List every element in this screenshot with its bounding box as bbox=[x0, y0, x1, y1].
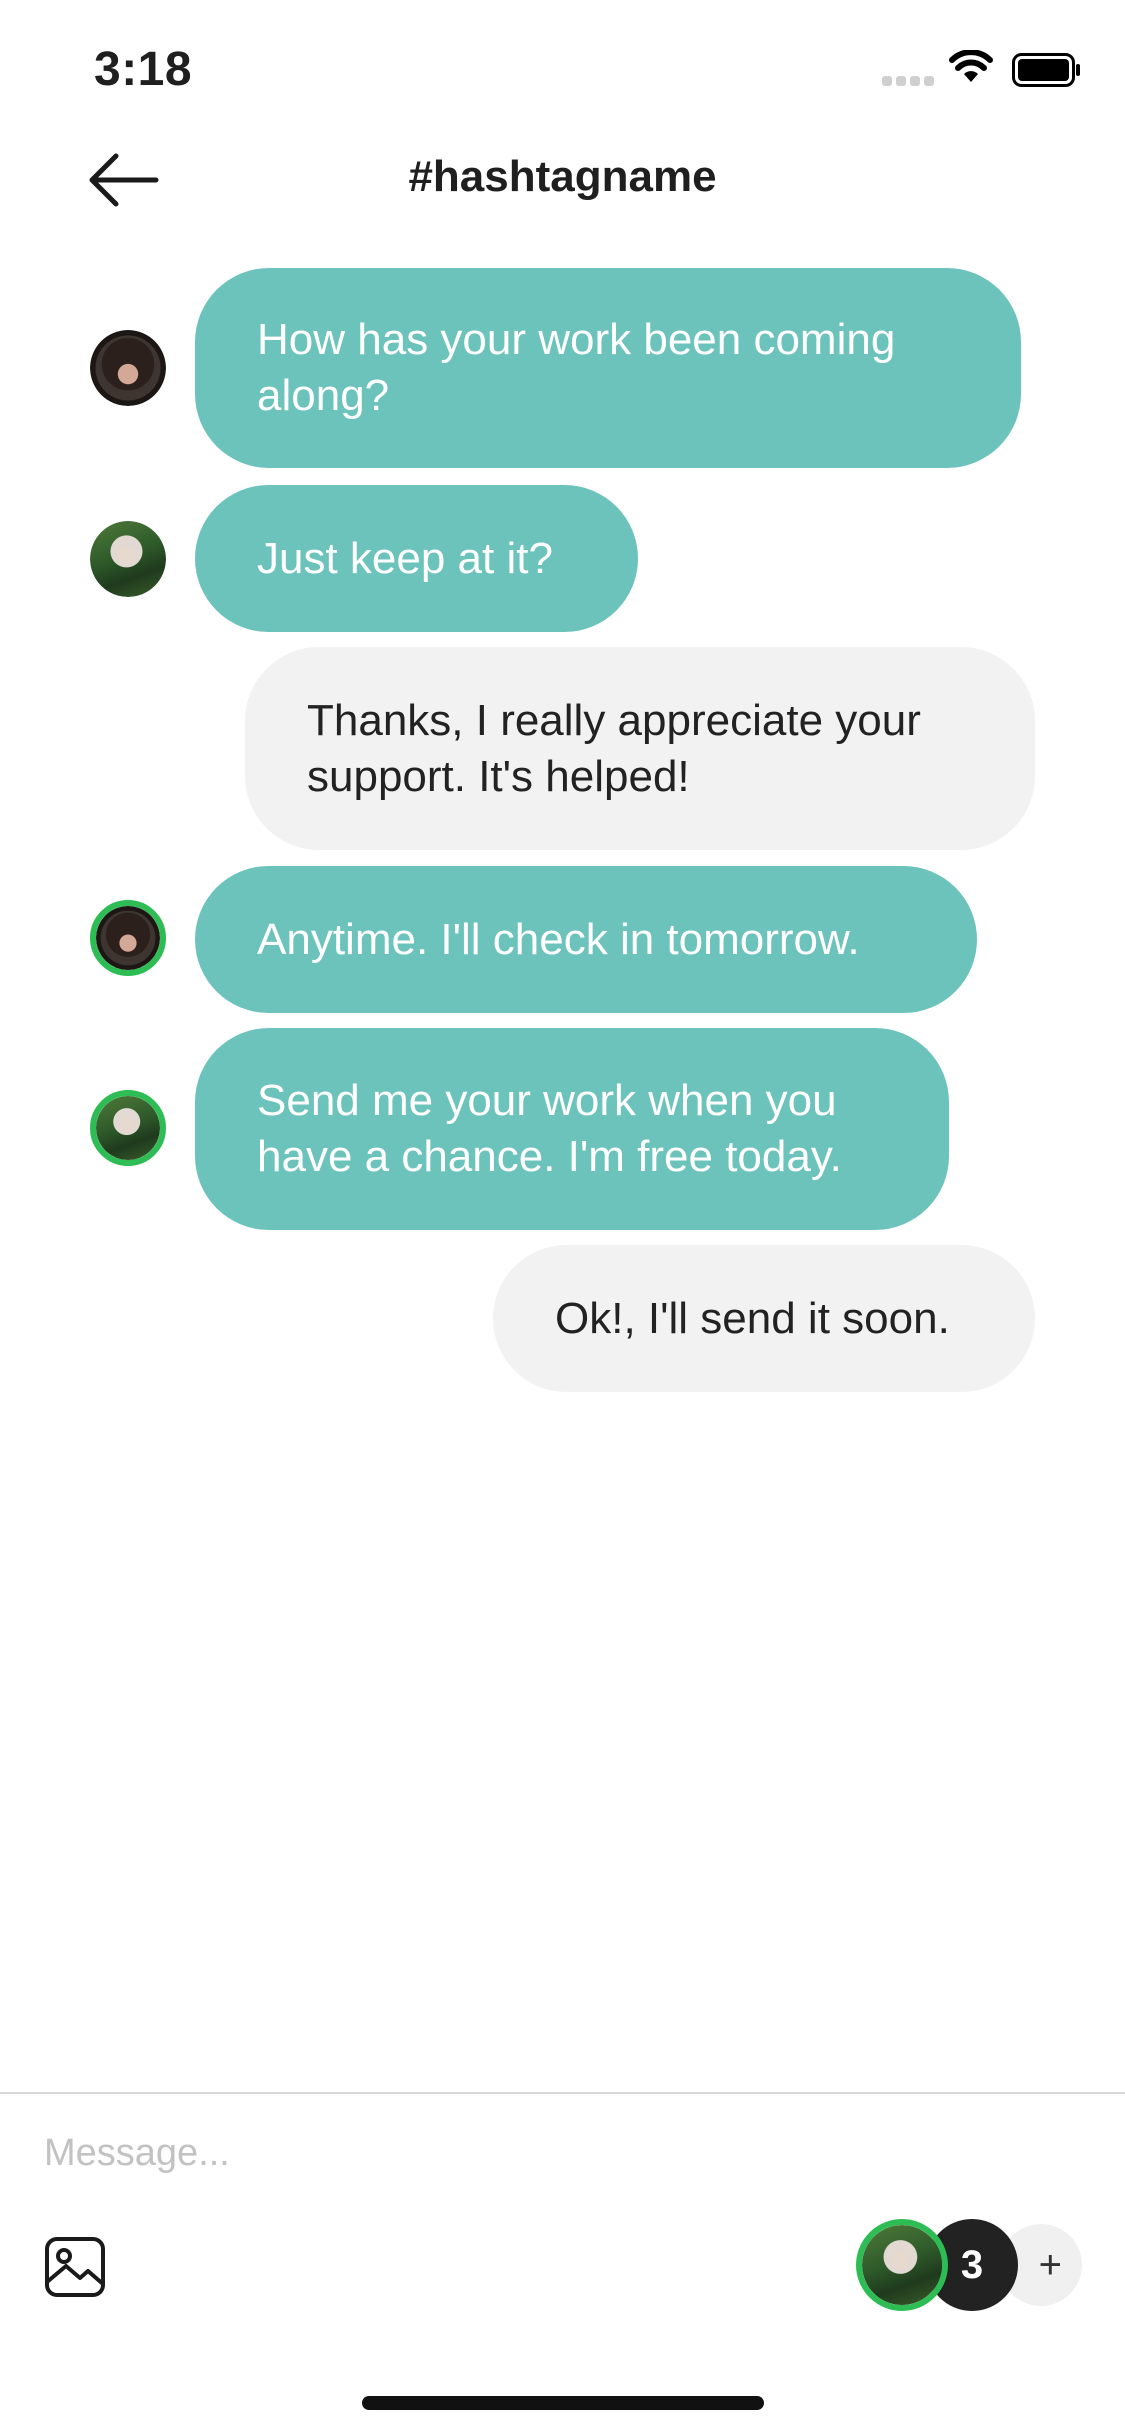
signal-icon bbox=[882, 74, 934, 86]
avatar[interactable] bbox=[90, 330, 166, 406]
incoming-message: Just keep at it? bbox=[195, 485, 638, 632]
avatar[interactable] bbox=[90, 521, 166, 597]
status-bar: 3:18 bbox=[0, 0, 1125, 130]
composer-divider bbox=[0, 2092, 1125, 2094]
avatar-image bbox=[862, 2225, 942, 2305]
chat-header: #hashtagname bbox=[0, 130, 1125, 230]
incoming-message: Anytime. I'll check in tomorrow. bbox=[195, 866, 977, 1013]
page-title: #hashtagname bbox=[408, 152, 717, 201]
incoming-message: Send me your work when you have a chance… bbox=[195, 1028, 949, 1230]
avatar-image bbox=[90, 521, 166, 597]
message-text: Ok!, I'll send it soon. bbox=[555, 1293, 950, 1343]
message-text: Anytime. I'll check in tomorrow. bbox=[257, 914, 860, 964]
outgoing-message: Thanks, I really appreciate your support… bbox=[245, 647, 1035, 850]
image-icon bbox=[45, 2237, 105, 2297]
incoming-message: How has your work been coming along? bbox=[195, 268, 1021, 468]
avatar-image bbox=[96, 906, 160, 970]
avatar-online[interactable] bbox=[90, 1090, 166, 1166]
message-text: Just keep at it? bbox=[257, 533, 553, 583]
wifi-icon bbox=[949, 50, 993, 82]
message-text: Thanks, I really appreciate your support… bbox=[307, 695, 921, 801]
participants-group: + 3 bbox=[856, 2219, 1082, 2313]
battery-icon bbox=[1012, 53, 1080, 87]
message-text: How has your work been coming along? bbox=[257, 315, 896, 420]
status-time: 3:18 bbox=[94, 43, 193, 96]
message-text: Send me your work when you have a chance… bbox=[257, 1076, 842, 1181]
message-input[interactable] bbox=[42, 2122, 946, 2184]
avatar-image bbox=[96, 1096, 160, 1160]
avatar-online[interactable] bbox=[90, 900, 166, 976]
attach-image-button[interactable] bbox=[44, 2236, 106, 2298]
avatar-image bbox=[90, 330, 166, 406]
participant-avatar[interactable] bbox=[856, 2219, 948, 2311]
outgoing-message: Ok!, I'll send it soon. bbox=[493, 1245, 1035, 1392]
home-indicator bbox=[362, 2396, 764, 2410]
